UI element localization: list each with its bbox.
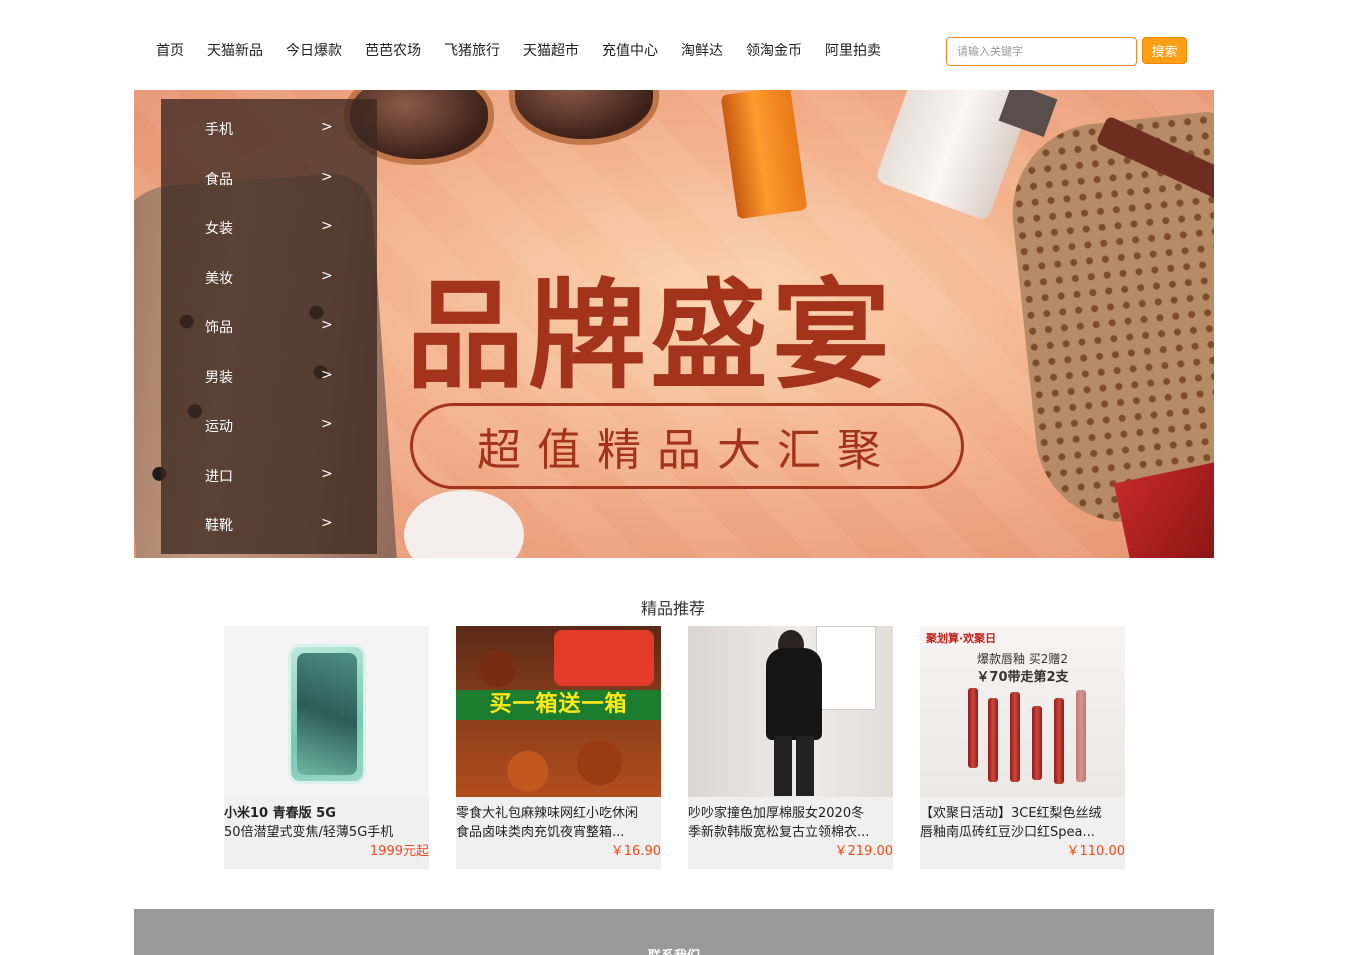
product-price: ￥219.00 [834, 844, 894, 859]
nav-link-auction[interactable]: 阿里拍卖 [825, 40, 881, 60]
product-desc: 季新款韩版宽松复古立领棉衣... [688, 825, 870, 840]
nav-link-fliggy[interactable]: 飞猪旅行 [444, 40, 500, 60]
product-title: 吵吵家撞色加厚棉服女2020冬 [688, 806, 865, 821]
product-desc: 食品卤味类肉充饥夜宵整箱... [456, 825, 625, 840]
banner-subheadline-frame: 超值精品大汇聚 [410, 403, 964, 489]
product-card[interactable]: 小米10 青春版 5G 50倍潜望式变焦/轻薄5G手机 1999元起 [224, 626, 429, 869]
search-button[interactable]: 搜索 [1142, 37, 1187, 64]
category-item-womens[interactable]: 女装 > [161, 212, 377, 242]
chevron-right-icon: > [321, 367, 333, 383]
category-label: 美妆 [205, 271, 233, 287]
category-label: 鞋靴 [205, 518, 233, 534]
footer: 联系我们 [134, 909, 1214, 955]
chevron-right-icon: > [321, 466, 333, 482]
nav-link-tmall-market[interactable]: 天猫超市 [523, 40, 579, 60]
product-title: 零食大礼包麻辣味网红小吃休闲 [456, 806, 639, 821]
nav-link-taoxianda[interactable]: 淘鲜达 [681, 40, 723, 60]
nav-links: 首页 天猫新品 今日爆款 芭芭农场 飞猪旅行 天猫超市 充值中心 淘鲜达 领淘金… [156, 40, 904, 60]
lipstick-image: 聚划算·欢聚日 爆款唇釉 买2赠2 ￥70带走第2支 [920, 626, 1125, 797]
section-title: 精品推荐 [640, 599, 705, 618]
product-desc: 唇釉南瓜砖红豆沙口红Spea... [920, 825, 1095, 840]
category-label: 手机 [205, 122, 233, 138]
product-price: 1999元起 [369, 844, 429, 859]
category-label: 食品 [205, 172, 233, 188]
top-nav: 首页 天猫新品 今日爆款 芭芭农场 飞猪旅行 天猫超市 充值中心 淘鲜达 领淘金… [134, 28, 1214, 72]
product-card[interactable]: 聚划算·欢聚日 爆款唇釉 买2赠2 ￥70带走第2支 【欢聚日活动】3CE红梨色… [920, 626, 1125, 869]
category-label: 男装 [205, 370, 233, 386]
search-input[interactable] [946, 37, 1137, 66]
category-label: 饰品 [205, 320, 233, 336]
product-price: ￥110.00 [1066, 844, 1126, 859]
lipstick-image-promo: 爆款唇釉 买2赠2 [976, 652, 1069, 666]
lipstick-image-badge: 聚划算·欢聚日 [926, 632, 997, 645]
category-label: 进口 [205, 469, 233, 485]
chevron-right-icon: > [321, 119, 333, 135]
category-label: 女装 [205, 221, 233, 237]
snack-image-text: 买一箱送一箱 [456, 690, 661, 720]
nav-link-tmall-new[interactable]: 天猫新品 [207, 40, 263, 60]
nav-link-coins[interactable]: 领淘金币 [746, 40, 802, 60]
banner-headline: 品牌盛宴 [406, 266, 895, 405]
category-item-import[interactable]: 进口 > [161, 460, 377, 490]
nav-link-recharge[interactable]: 充值中心 [602, 40, 658, 60]
chevron-right-icon: > [321, 416, 333, 432]
chevron-right-icon: > [321, 268, 333, 284]
snack-image: 买一箱送一箱 [456, 626, 661, 797]
coat-image [688, 626, 893, 797]
category-item-phone[interactable]: 手机 > [161, 113, 377, 143]
product-card[interactable]: 吵吵家撞色加厚棉服女2020冬 季新款韩版宽松复古立领棉衣... ￥219.00 [688, 626, 893, 869]
chevron-right-icon: > [321, 317, 333, 333]
product-title: 【欢聚日活动】3CE红梨色丝绒 [920, 806, 1102, 821]
nav-link-baba-farm[interactable]: 芭芭农场 [365, 40, 421, 60]
category-item-food[interactable]: 食品 > [161, 163, 377, 193]
product-card[interactable]: 买一箱送一箱 零食大礼包麻辣味网红小吃休闲 食品卤味类肉充饥夜宵整箱... ￥1… [456, 626, 661, 869]
nav-link-home[interactable]: 首页 [156, 40, 184, 60]
category-item-sports[interactable]: 运动 > [161, 410, 377, 440]
category-label: 运动 [205, 419, 233, 435]
sunglasses-image [334, 90, 664, 170]
product-title: 小米10 青春版 5G [224, 806, 336, 821]
category-item-jewelry[interactable]: 饰品 > [161, 311, 377, 341]
chevron-right-icon: > [321, 515, 333, 531]
chevron-right-icon: > [321, 218, 333, 234]
product-desc: 50倍潜望式变焦/轻薄5G手机 [224, 825, 394, 840]
nav-link-hot-today[interactable]: 今日爆款 [286, 40, 342, 60]
phone-image [224, 626, 429, 797]
banner-subheadline: 超值精品大汇聚 [477, 425, 897, 476]
category-item-mens[interactable]: 男装 > [161, 361, 377, 391]
lipstick-image-promo-price: ￥70带走第2支 [976, 670, 1069, 685]
category-menu: 手机 > 食品 > 女装 > 美妆 > 饰品 > 男装 > 运动 > 进口 > … [161, 99, 377, 554]
footer-title: 联系我们 [134, 945, 1214, 955]
product-price: ￥16.90 [610, 844, 661, 859]
category-item-beauty[interactable]: 美妆 > [161, 262, 377, 292]
category-item-shoes[interactable]: 鞋靴 > [161, 509, 377, 539]
chevron-right-icon: > [321, 169, 333, 185]
